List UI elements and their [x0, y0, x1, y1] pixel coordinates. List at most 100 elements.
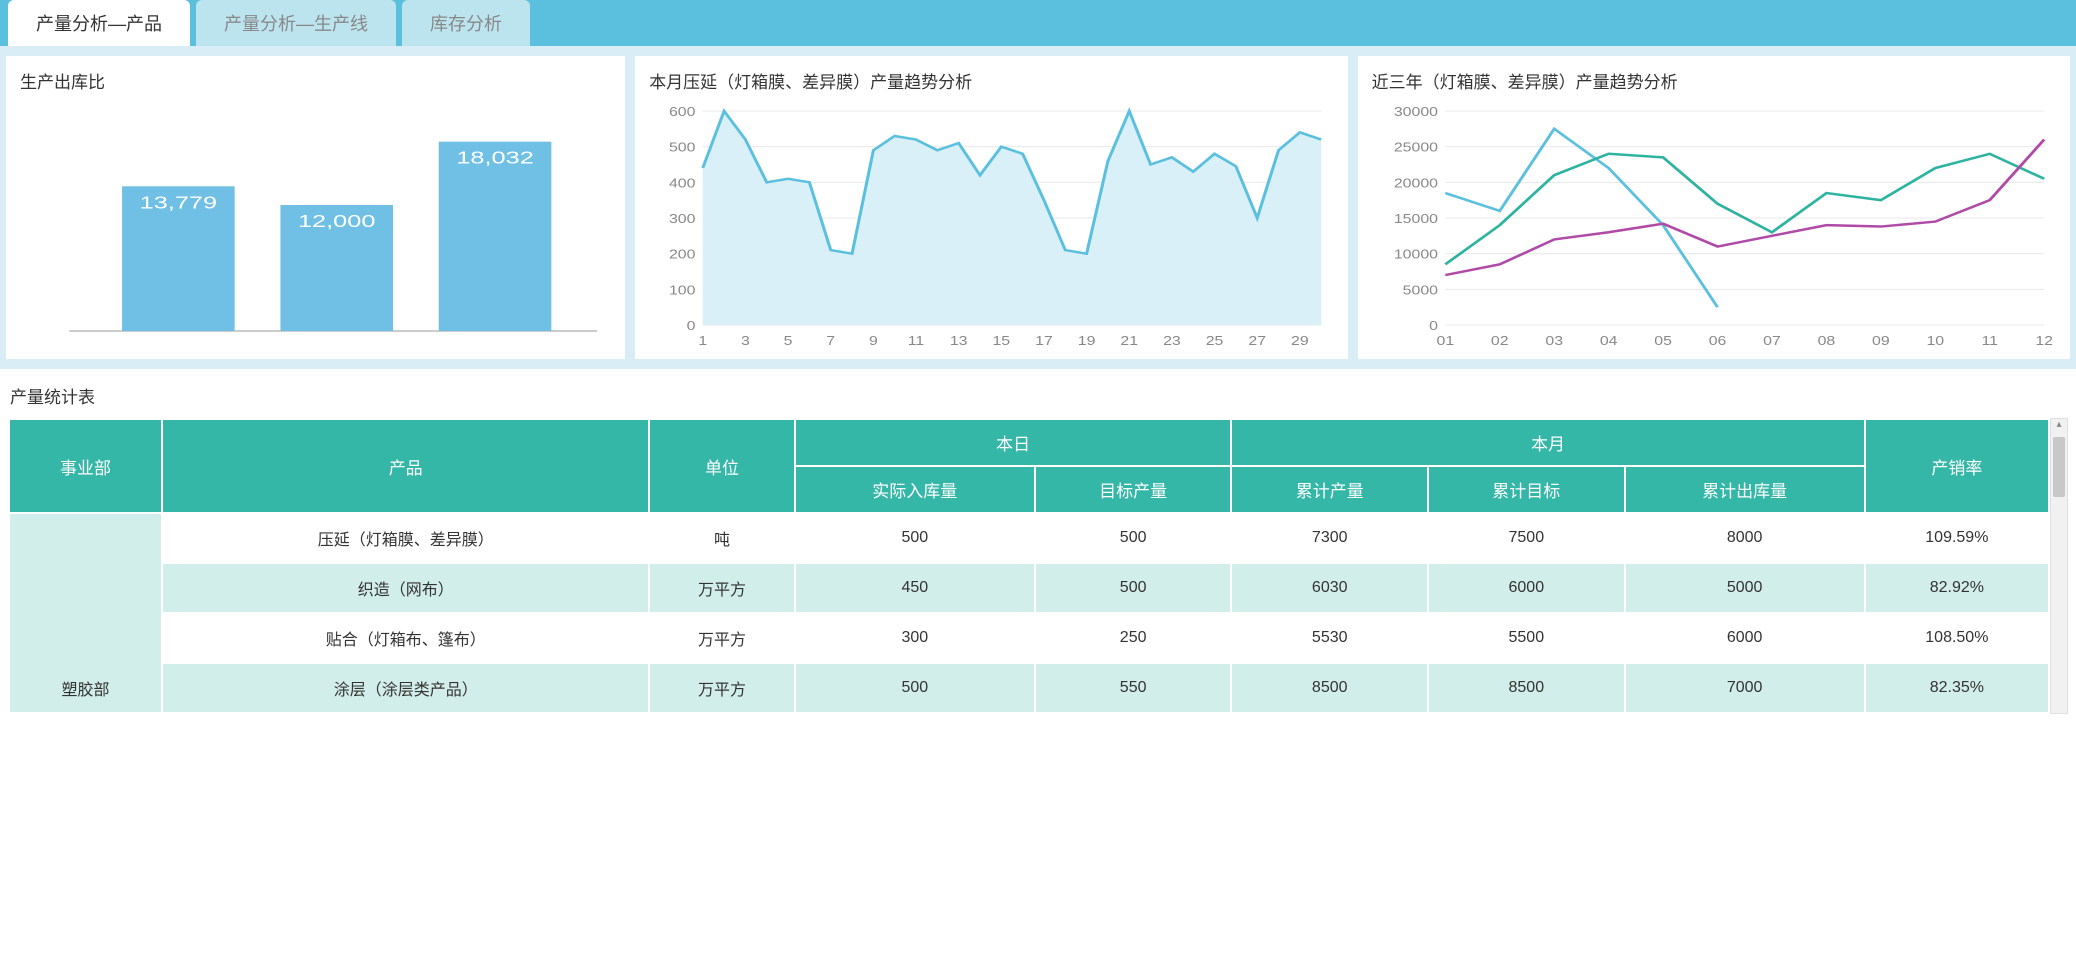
tab-bar: 产量分析—产品 产量分析—生产线 库存分析: [0, 0, 2076, 46]
svg-text:05: 05: [1654, 334, 1672, 348]
tab-inventory-analysis[interactable]: 库存分析: [402, 0, 530, 46]
svg-text:03: 03: [1545, 334, 1563, 348]
th-today-in: 实际入库量: [796, 467, 1034, 512]
tab-line-analysis[interactable]: 产量分析—生产线: [196, 0, 396, 46]
cell-m_prod: 6030: [1232, 564, 1427, 612]
svg-text:07: 07: [1763, 334, 1781, 348]
svg-text:9: 9: [869, 334, 878, 348]
cell-today_in: 300: [796, 614, 1034, 662]
cell-today_target: 500: [1036, 564, 1231, 612]
cell-m_target: 5500: [1429, 614, 1624, 662]
panel-monthly-chart: 本月压延（灯箱膜、差异膜）产量趋势分析 01002003004005006001…: [635, 56, 1347, 359]
yearly-chart: 0 5000 10000 15000 20000 25000 30000 01 02 03 04 05…: [1372, 101, 2056, 351]
th-dept: 事业部: [10, 420, 161, 512]
cell-product: 压延（灯箱膜、差异膜）: [163, 514, 648, 562]
svg-text:20000: 20000: [1393, 177, 1437, 191]
th-month-target: 累计目标: [1429, 467, 1624, 512]
svg-text:11: 11: [1981, 334, 1997, 348]
table-section: 产量统计表 事业部 产品 单位 本日 本月 产销率 实际入库量 目标产量: [0, 369, 2076, 714]
table-scrollbar[interactable]: [2050, 418, 2068, 714]
cell-today_in: 500: [796, 664, 1034, 712]
cell-rate: 82.35%: [1866, 664, 2048, 712]
svg-text:5: 5: [784, 334, 793, 348]
panel-bar-title: 生产出库比: [20, 68, 611, 93]
svg-text:300: 300: [669, 212, 695, 226]
svg-text:21: 21: [1121, 334, 1139, 348]
svg-text:500: 500: [669, 141, 695, 155]
svg-text:3: 3: [741, 334, 750, 348]
svg-text:25: 25: [1206, 334, 1224, 348]
svg-text:15000: 15000: [1393, 212, 1437, 226]
cell-m_out: 6000: [1626, 614, 1864, 662]
th-today-target: 目标产量: [1036, 467, 1231, 512]
svg-text:7: 7: [826, 334, 835, 348]
tab-product-analysis[interactable]: 产量分析—产品: [8, 0, 190, 46]
svg-text:23: 23: [1163, 334, 1181, 348]
cell-today_target: 550: [1036, 664, 1231, 712]
svg-text:08: 08: [1817, 334, 1835, 348]
th-month-prod: 累计产量: [1232, 467, 1427, 512]
svg-text:600: 600: [669, 105, 695, 119]
cell-m_target: 7500: [1429, 514, 1624, 562]
svg-text:19: 19: [1078, 334, 1096, 348]
svg-text:5000: 5000: [1402, 284, 1437, 298]
th-product: 产品: [163, 420, 648, 512]
panel-bar-chart: 生产出库比 13,779 12,000 18,032: [6, 56, 625, 359]
svg-text:18,032: 18,032: [456, 147, 533, 167]
cell-m_target: 6000: [1429, 564, 1624, 612]
svg-text:13,779: 13,779: [140, 192, 217, 212]
svg-text:17: 17: [1035, 334, 1053, 348]
table-title: 产量统计表: [8, 379, 2068, 418]
svg-text:29: 29: [1291, 334, 1309, 348]
panel-monthly-title: 本月压延（灯箱膜、差异膜）产量趋势分析: [649, 68, 1333, 93]
table-row: 塑胶部压延（灯箱膜、差异膜）吨500500730075008000109.59%: [10, 514, 2048, 562]
svg-text:200: 200: [669, 248, 695, 262]
stats-table: 事业部 产品 单位 本日 本月 产销率 实际入库量 目标产量 累计产量 累计目标…: [8, 418, 2050, 714]
svg-text:30000: 30000: [1393, 105, 1437, 119]
svg-text:04: 04: [1599, 334, 1617, 348]
svg-text:02: 02: [1491, 334, 1509, 348]
th-month: 本月: [1232, 420, 1863, 465]
cell-m_out: 8000: [1626, 514, 1864, 562]
panel-yearly-title: 近三年（灯箱膜、差异膜）产量趋势分析: [1372, 68, 2056, 93]
cell-today_in: 500: [796, 514, 1034, 562]
svg-text:10000: 10000: [1393, 248, 1437, 262]
cell-m_out: 7000: [1626, 664, 1864, 712]
svg-text:12: 12: [2035, 334, 2053, 348]
charts-row: 生产出库比 13,779 12,000 18,032 本月压延（灯箱膜、差异膜）产量…: [0, 46, 2076, 369]
cell-today_in: 450: [796, 564, 1034, 612]
table-row: 织造（网布）万平方45050060306000500082.92%: [10, 564, 2048, 612]
cell-unit: 万平方: [650, 614, 793, 662]
cell-m_prod: 5530: [1232, 614, 1427, 662]
svg-text:25000: 25000: [1393, 141, 1437, 155]
svg-text:27: 27: [1249, 334, 1267, 348]
svg-text:0: 0: [1429, 319, 1438, 333]
cell-m_target: 8500: [1429, 664, 1624, 712]
cell-rate: 82.92%: [1866, 564, 2048, 612]
svg-text:100: 100: [669, 284, 695, 298]
cell-product: 织造（网布）: [163, 564, 648, 612]
dept-cell: 塑胶部: [10, 514, 161, 712]
cell-product: 贴合（灯箱布、篷布）: [163, 614, 648, 662]
svg-text:06: 06: [1708, 334, 1726, 348]
cell-m_prod: 8500: [1232, 664, 1427, 712]
cell-rate: 109.59%: [1866, 514, 2048, 562]
monthly-chart: 0100200300400500600135791113151719212325…: [649, 101, 1333, 351]
th-rate: 产销率: [1866, 420, 2048, 512]
cell-m_out: 5000: [1626, 564, 1864, 612]
panel-yearly-chart: 近三年（灯箱膜、差异膜）产量趋势分析 0 5000 10000 15000 20000 2…: [1358, 56, 2070, 359]
svg-text:0: 0: [687, 319, 696, 333]
cell-unit: 万平方: [650, 564, 793, 612]
th-unit: 单位: [650, 420, 793, 512]
svg-text:09: 09: [1872, 334, 1890, 348]
cell-m_prod: 7300: [1232, 514, 1427, 562]
cell-rate: 108.50%: [1866, 614, 2048, 662]
bar-chart: 13,779 12,000 18,032: [20, 101, 611, 351]
svg-text:01: 01: [1436, 334, 1454, 348]
cell-unit: 吨: [650, 514, 793, 562]
cell-product: 涂层（涂层类产品）: [163, 664, 648, 712]
svg-text:10: 10: [1926, 334, 1944, 348]
svg-text:12,000: 12,000: [298, 211, 375, 231]
cell-unit: 万平方: [650, 664, 793, 712]
svg-text:1: 1: [699, 334, 708, 348]
